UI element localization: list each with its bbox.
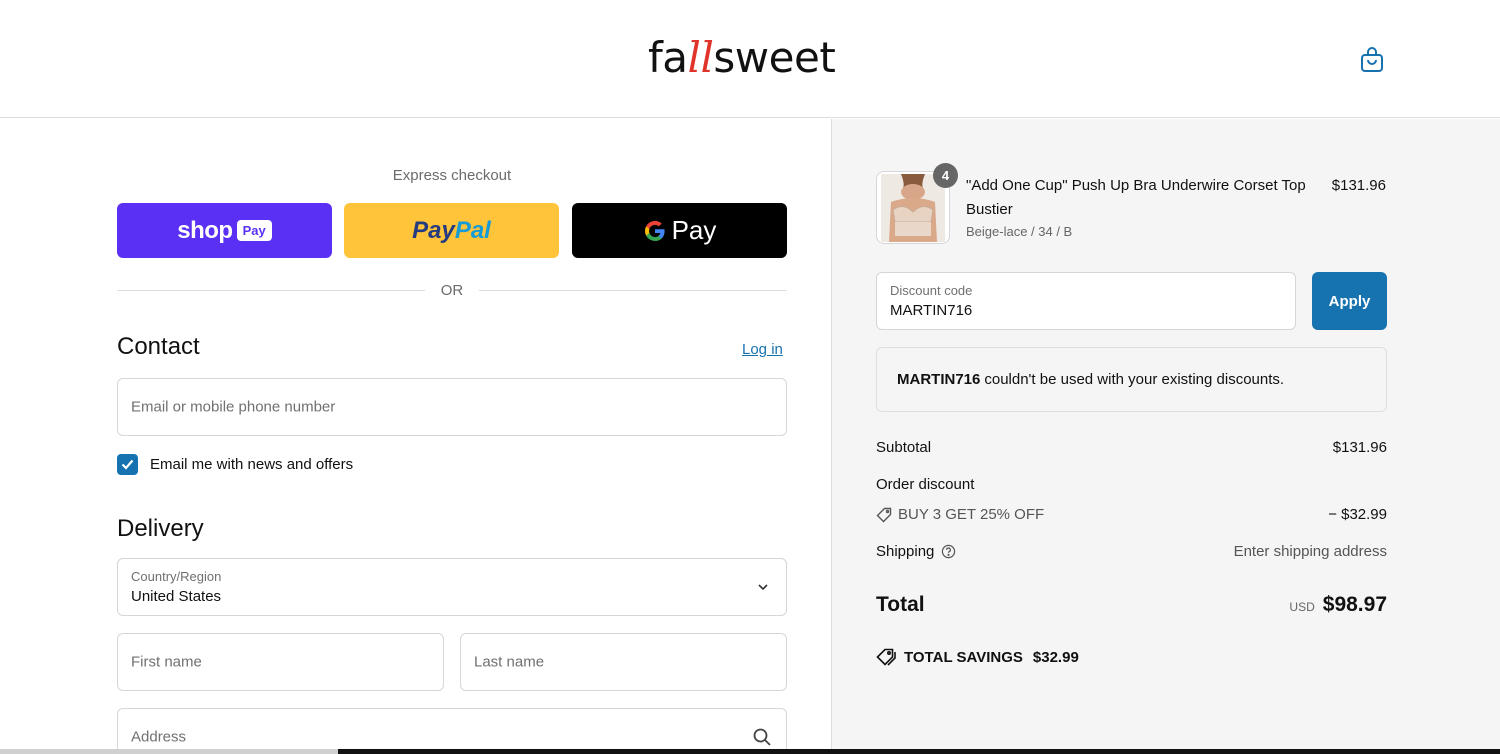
product-name: "Add One Cup" Push Up Bra Underwire Cors…: [966, 177, 1306, 218]
total-row: Total USD $98.97: [876, 593, 1387, 617]
discount-code-field[interactable]: Discount code MARTIN716: [876, 272, 1296, 330]
login-link[interactable]: Log in: [742, 341, 783, 358]
product-price: $131.96: [1331, 177, 1386, 194]
check-icon: [121, 459, 134, 470]
google-g-icon: [644, 220, 665, 241]
total-value: $98.97: [1322, 593, 1387, 616]
discount-code-value: MARTIN716: [890, 302, 973, 319]
address-field[interactable]: Address: [117, 708, 787, 754]
quantity-badge: 4: [933, 163, 958, 188]
shop-pay-logo: shop: [177, 216, 233, 244]
product-image: [881, 174, 945, 242]
notice-code: MARTIN716: [897, 371, 981, 388]
or-divider: OR: [117, 279, 787, 301]
first-name-placeholder: First name: [131, 653, 202, 671]
product-thumbnail: 4: [876, 163, 958, 244]
google-pay-button[interactable]: Pay: [572, 203, 787, 258]
total-savings-row: TOTAL SAVINGS $32.99: [876, 648, 1079, 666]
checkout-form: Express checkout shop Pay PayPal Pay OR …: [0, 119, 831, 754]
last-name-placeholder: Last name: [474, 653, 545, 671]
delivery-title: Delivery: [117, 515, 204, 542]
first-name-field[interactable]: First name: [117, 633, 444, 691]
newsletter-checkbox[interactable]: [117, 454, 138, 475]
country-label: Country/Region: [131, 569, 222, 584]
savings-value: $32.99: [1032, 648, 1079, 666]
savings-tag-icon: [876, 648, 896, 666]
express-checkout-title: Express checkout: [392, 167, 512, 184]
site-header: fallsweet: [0, 0, 1500, 118]
shipping-value: Enter shipping address: [1233, 543, 1387, 560]
google-pay-label: Pay: [671, 215, 717, 245]
discount-detail-row: BUY 3 GET 25% OFF − $32.99: [876, 506, 1387, 523]
country-select[interactable]: Country/Region United States: [117, 558, 787, 616]
paypal-logo: PayPal: [412, 216, 491, 244]
subtotal-label: Subtotal: [876, 439, 932, 456]
country-value: United States: [131, 588, 222, 605]
shipping-row: Shipping Enter shipping address: [876, 543, 1387, 560]
store-logo[interactable]: fallsweet: [648, 32, 836, 84]
order-discount-label: Order discount: [876, 476, 975, 493]
logo-text-3: sweet: [713, 33, 836, 82]
help-icon[interactable]: [941, 544, 956, 559]
shopping-bag-icon: [1361, 47, 1383, 72]
notice-text: couldn't be used with your existing disc…: [984, 371, 1285, 388]
shipping-label: Shipping: [876, 543, 935, 560]
last-name-field[interactable]: Last name: [460, 633, 787, 691]
email-field[interactable]: Email or mobile phone number: [117, 378, 787, 436]
subtotal-row: Subtotal $131.96: [876, 439, 1387, 456]
discount-code-label: Discount code: [890, 283, 973, 298]
paypal-button[interactable]: PayPal: [344, 203, 559, 258]
logo-text-2: ll: [687, 33, 714, 82]
logo-text-1: fa: [648, 33, 688, 82]
discount-amount: − $32.99: [1328, 506, 1387, 523]
total-amount-group: USD $98.97: [1289, 593, 1387, 617]
bottom-scroll-bar: [0, 749, 1500, 754]
shipping-label-group: Shipping: [876, 543, 962, 560]
shop-pay-badge: Pay: [236, 220, 272, 241]
cart-button[interactable]: [1358, 45, 1386, 75]
newsletter-checkbox-row[interactable]: Email me with news and offers: [117, 454, 353, 475]
product-variant: Beige-lace / 34 / B: [966, 224, 1073, 239]
savings-label: TOTAL SAVINGS: [904, 648, 1023, 666]
discount-name: BUY 3 GET 25% OFF: [898, 506, 1045, 523]
tag-icon: [876, 507, 892, 522]
email-placeholder: Email or mobile phone number: [131, 398, 336, 416]
discount-error-notice: MARTIN716 couldn't be used with your exi…: [876, 347, 1387, 412]
subtotal-value: $131.96: [1332, 439, 1387, 456]
newsletter-label: Email me with news and offers: [150, 456, 354, 473]
order-summary: 4 "Add One Cup" Push Up Bra Underwire Co…: [831, 119, 1500, 754]
address-placeholder: Address: [131, 728, 187, 746]
contact-title: Contact: [117, 333, 200, 360]
order-discount-row: Order discount: [876, 476, 1387, 493]
discount-tag: BUY 3 GET 25% OFF: [876, 506, 1044, 523]
total-currency: USD: [1289, 600, 1315, 614]
divider-line: [479, 289, 787, 291]
chevron-down-icon: [758, 584, 768, 591]
or-text: OR: [440, 281, 464, 299]
search-icon: [753, 728, 771, 746]
scroll-segment: [0, 749, 338, 754]
shop-pay-button[interactable]: shop Pay: [117, 203, 332, 258]
total-label: Total: [876, 593, 925, 616]
divider-line: [117, 289, 425, 291]
apply-discount-button[interactable]: Apply: [1312, 272, 1387, 330]
